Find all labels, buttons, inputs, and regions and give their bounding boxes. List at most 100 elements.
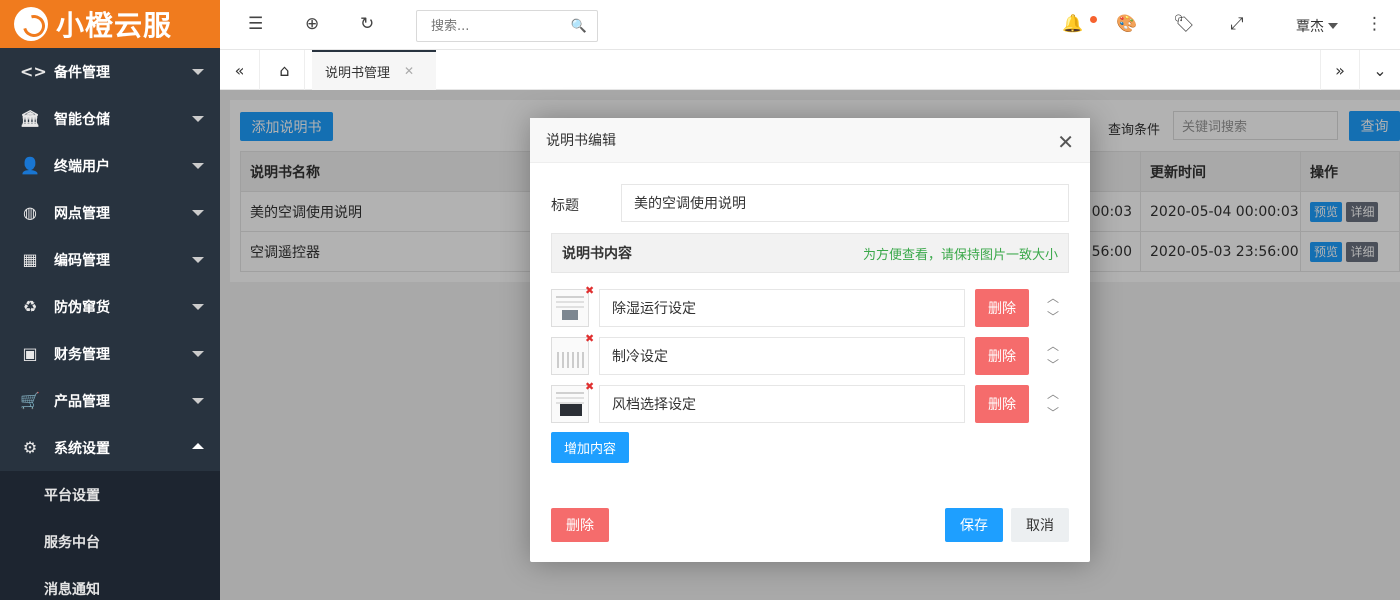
reorder-controls: ︿ ﹀ [1045,289,1061,327]
brand-name: 小橙云服 [56,9,173,42]
title-field[interactable]: 美的空调使用说明 [621,184,1069,222]
move-up-icon[interactable]: ︿ [1045,337,1061,356]
caret-down-icon [192,210,204,216]
bank-icon: 🏛 [20,109,41,128]
delete-entry-button[interactable]: 删除 [975,385,1029,423]
move-down-icon[interactable]: ﹀ [1045,308,1061,327]
move-up-icon[interactable]: ︿ [1045,385,1061,404]
section-title: 说明书内容 [562,246,632,262]
close-icon[interactable]: ✕ [1057,130,1074,154]
grid-icon: ▦ [22,250,38,269]
recycle-icon: ♻ [22,297,38,316]
entry-text-input[interactable]: 风档选择设定 [599,385,965,423]
tabs-menu-chevron-down-icon[interactable]: ⌄ [1360,50,1400,90]
entry-text-input[interactable]: 除湿运行设定 [599,289,965,327]
cancel-button[interactable]: 取消 [1011,508,1069,542]
caret-up-icon [192,443,204,449]
palette-icon[interactable]: 🎨 [1116,14,1137,34]
sidebar-item-label: 财务管理 [54,346,110,363]
delete-entry-button[interactable]: 删除 [975,289,1029,327]
caret-down-icon [192,398,204,404]
tab-bar: « ⌂ 说明书管理 ✕ » ⌄ [220,50,1400,90]
top-header: ☰ ⊕ ↻ 🔍 🔔 🎨 🏷 ⤢ 覃杰 ⋮ [220,0,1400,50]
sidebar-item-label: 备件管理 [54,64,110,81]
settings-submenu: 平台设置 服务中台 消息通知 [0,471,220,600]
tabs-scroll-right-icon[interactable]: » [1320,50,1360,90]
brand-logo[interactable]: 小橙云服 [0,0,220,48]
sidebar-item-warehouse[interactable]: 🏛 智能仓储 [0,95,220,142]
caret-down-icon [192,304,204,310]
delete-entry-button[interactable]: 删除 [975,337,1029,375]
tabs-scroll-left-icon[interactable]: « [220,50,260,90]
sidebar-item-spare-parts[interactable]: <> 备件管理 [0,48,220,95]
caret-down-icon [192,116,204,122]
user-icon: 👤 [20,156,40,175]
sidebar-subitem-service-center[interactable]: 服务中台 [0,518,220,565]
thumb-lines [556,392,584,394]
sidebar-item-label: 终端用户 [54,158,110,175]
sidebar-item-label: 系统设置 [54,440,110,457]
manual-edit-modal: 说明书编辑 ✕ 标题 美的空调使用说明 说明书内容 为方便查看，请保持图片一致大… [530,118,1090,562]
thumb-dark-panel [560,404,582,416]
sidebar-item-codes[interactable]: ▦ 编码管理 [0,236,220,283]
tag-icon[interactable]: 🏷 [1173,14,1195,34]
fullscreen-icon[interactable]: ⤢ [1230,14,1244,34]
sidebar-item-finance[interactable]: ▣ 财务管理 [0,330,220,377]
reorder-controls: ︿ ﹀ [1045,385,1061,423]
user-name[interactable]: 覃杰 [1296,16,1324,36]
caret-down-icon [192,69,204,75]
move-down-icon[interactable]: ﹀ [1045,356,1061,375]
more-vertical-icon[interactable]: ⋮ [1366,14,1383,34]
sidebar: 小橙云服 <> 备件管理 🏛 智能仓储 👤 终端用户 ◍ 网点管理 ▦ 编码管理… [0,0,220,600]
thumb-lines [556,296,584,298]
modal-title: 说明书编辑 [530,118,1090,163]
sidebar-item-label: 智能仓储 [54,111,110,128]
content-entry-row: ✖ 除湿运行设定 删除 ︿ ﹀ [551,284,1069,329]
entry-thumbnail[interactable] [551,337,589,375]
bell-icon[interactable]: 🔔 [1062,14,1083,34]
close-tab-icon[interactable]: ✕ [404,64,414,78]
remove-image-icon[interactable]: ✖ [585,284,594,297]
menu-collapse-icon[interactable]: ☰ [248,14,263,34]
sidebar-item-label: 防伪窜货 [54,299,110,316]
orange-logo-icon [14,7,48,41]
search-input[interactable] [417,11,567,41]
title-label: 标题 [551,198,579,214]
caret-down-icon [192,163,204,169]
save-button[interactable]: 保存 [945,508,1003,542]
globe-icon: ◍ [23,203,37,222]
content-section-header: 说明书内容 为方便查看，请保持图片一致大小 [551,233,1069,273]
move-up-icon[interactable]: ︿ [1045,289,1061,308]
sidebar-item-outlets[interactable]: ◍ 网点管理 [0,189,220,236]
sidebar-item-settings[interactable]: ⚙ 系统设置 [0,424,220,471]
thumb-bars [557,352,585,368]
globe-icon[interactable]: ⊕ [305,14,319,34]
add-content-button[interactable]: 增加内容 [551,432,629,463]
sidebar-item-label: 编码管理 [54,252,110,269]
tab-manual-management[interactable]: 说明书管理 ✕ [312,50,436,90]
content-entry-row: ✖ 风档选择设定 删除 ︿ ﹀ [551,380,1069,425]
sidebar-item-end-users[interactable]: 👤 终端用户 [0,142,220,189]
refresh-icon[interactable]: ↻ [360,14,374,34]
entry-text-input[interactable]: 制冷设定 [599,337,965,375]
sidebar-item-label: 产品管理 [54,393,110,410]
entry-thumbnail[interactable] [551,385,589,423]
remove-image-icon[interactable]: ✖ [585,332,594,345]
entry-thumbnail[interactable] [551,289,589,327]
caret-down-icon[interactable] [1328,23,1338,29]
remove-image-icon[interactable]: ✖ [585,380,594,393]
sidebar-item-label: 网点管理 [54,205,110,222]
cart-icon: 🛒 [20,391,40,410]
thumb-screen [562,310,578,320]
delete-button[interactable]: 删除 [551,508,609,542]
sidebar-item-anti-counterfeit[interactable]: ♻ 防伪窜货 [0,283,220,330]
content-entry-row: ✖ 制冷设定 删除 ︿ ﹀ [551,332,1069,377]
search-icon[interactable]: 🔍 [571,19,587,34]
sidebar-subitem-platform-settings[interactable]: 平台设置 [0,471,220,518]
home-tab-icon[interactable]: ⌂ [265,50,305,90]
money-icon: ▣ [22,344,38,363]
sidebar-subitem-notifications[interactable]: 消息通知 [0,565,220,600]
move-down-icon[interactable]: ﹀ [1045,404,1061,423]
sidebar-item-products[interactable]: 🛒 产品管理 [0,377,220,424]
search-box: 🔍 [416,10,598,42]
